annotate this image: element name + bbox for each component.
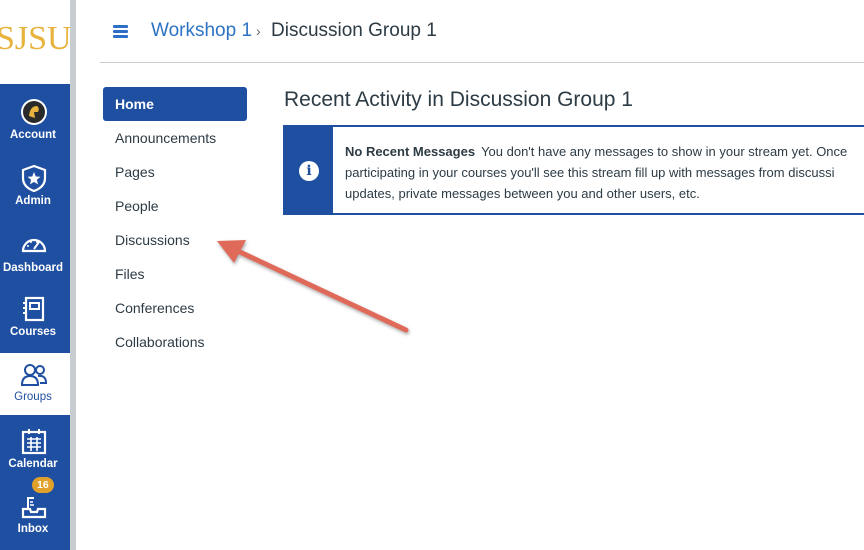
global-nav-admin[interactable]: Admin xyxy=(0,154,70,218)
logo-area[interactable]: SJSU xyxy=(0,0,72,84)
course-nav-people[interactable]: People xyxy=(103,189,247,223)
inbox-unread-badge: 16 xyxy=(32,477,54,493)
breadcrumb-parent-link[interactable]: Workshop 1 xyxy=(151,20,252,42)
global-nav-account[interactable]: Account xyxy=(0,88,70,152)
alert-line-1: You don't have any messages to show in y… xyxy=(481,144,848,159)
alert-line-2: participating in your courses you'll see… xyxy=(345,165,835,180)
no-messages-alert: i No Recent Messages You don't have any m… xyxy=(283,125,864,215)
gauge-icon xyxy=(21,238,47,253)
course-nav-conferences[interactable]: Conferences xyxy=(103,291,247,325)
course-nav-announcements[interactable]: Announcements xyxy=(103,121,247,155)
course-nav: Home Announcements Pages People Discussi… xyxy=(103,87,247,359)
shield-star-icon xyxy=(21,164,47,192)
notebook-icon xyxy=(23,296,45,322)
global-nav-inbox[interactable]: 16 Inbox xyxy=(0,477,70,546)
global-nav-groups[interactable]: Groups xyxy=(0,353,70,415)
people-icon xyxy=(20,364,48,386)
course-nav-home[interactable]: Home xyxy=(103,87,247,121)
course-nav-discussions[interactable]: Discussions xyxy=(103,223,247,257)
global-nav-dashboard[interactable]: Dashboard xyxy=(0,221,70,285)
alert-text: No Recent Messages You don't have any mes… xyxy=(345,141,864,204)
account-avatar-icon xyxy=(21,99,47,125)
breadcrumb-current: Discussion Group 1 xyxy=(271,20,437,41)
hamburger-menu-icon[interactable] xyxy=(113,25,128,38)
sjsu-logo: SJSU xyxy=(0,20,72,57)
calendar-icon xyxy=(21,429,47,455)
course-nav-files[interactable]: Files xyxy=(103,257,247,291)
course-nav-pages[interactable]: Pages xyxy=(103,155,247,189)
nav-divider xyxy=(70,0,76,550)
page-header: Workshop 1 › Discussion Group 1 xyxy=(100,0,864,63)
info-icon: i xyxy=(299,161,319,181)
course-nav-collaborations[interactable]: Collaborations xyxy=(103,325,247,359)
global-nav: SJSU Account Admin Dashboard Courses Gro… xyxy=(0,0,72,550)
alert-side: i xyxy=(285,127,333,213)
alert-line-3: updates, private messages between you an… xyxy=(345,186,700,201)
breadcrumb-separator-icon: › xyxy=(256,23,261,39)
global-nav-courses[interactable]: Courses xyxy=(0,285,70,349)
alert-heading: No Recent Messages xyxy=(345,144,476,159)
inbox-icon xyxy=(21,497,47,519)
global-nav-calendar[interactable]: Calendar xyxy=(0,417,70,481)
page-title: Recent Activity in Discussion Group 1 xyxy=(284,88,633,111)
